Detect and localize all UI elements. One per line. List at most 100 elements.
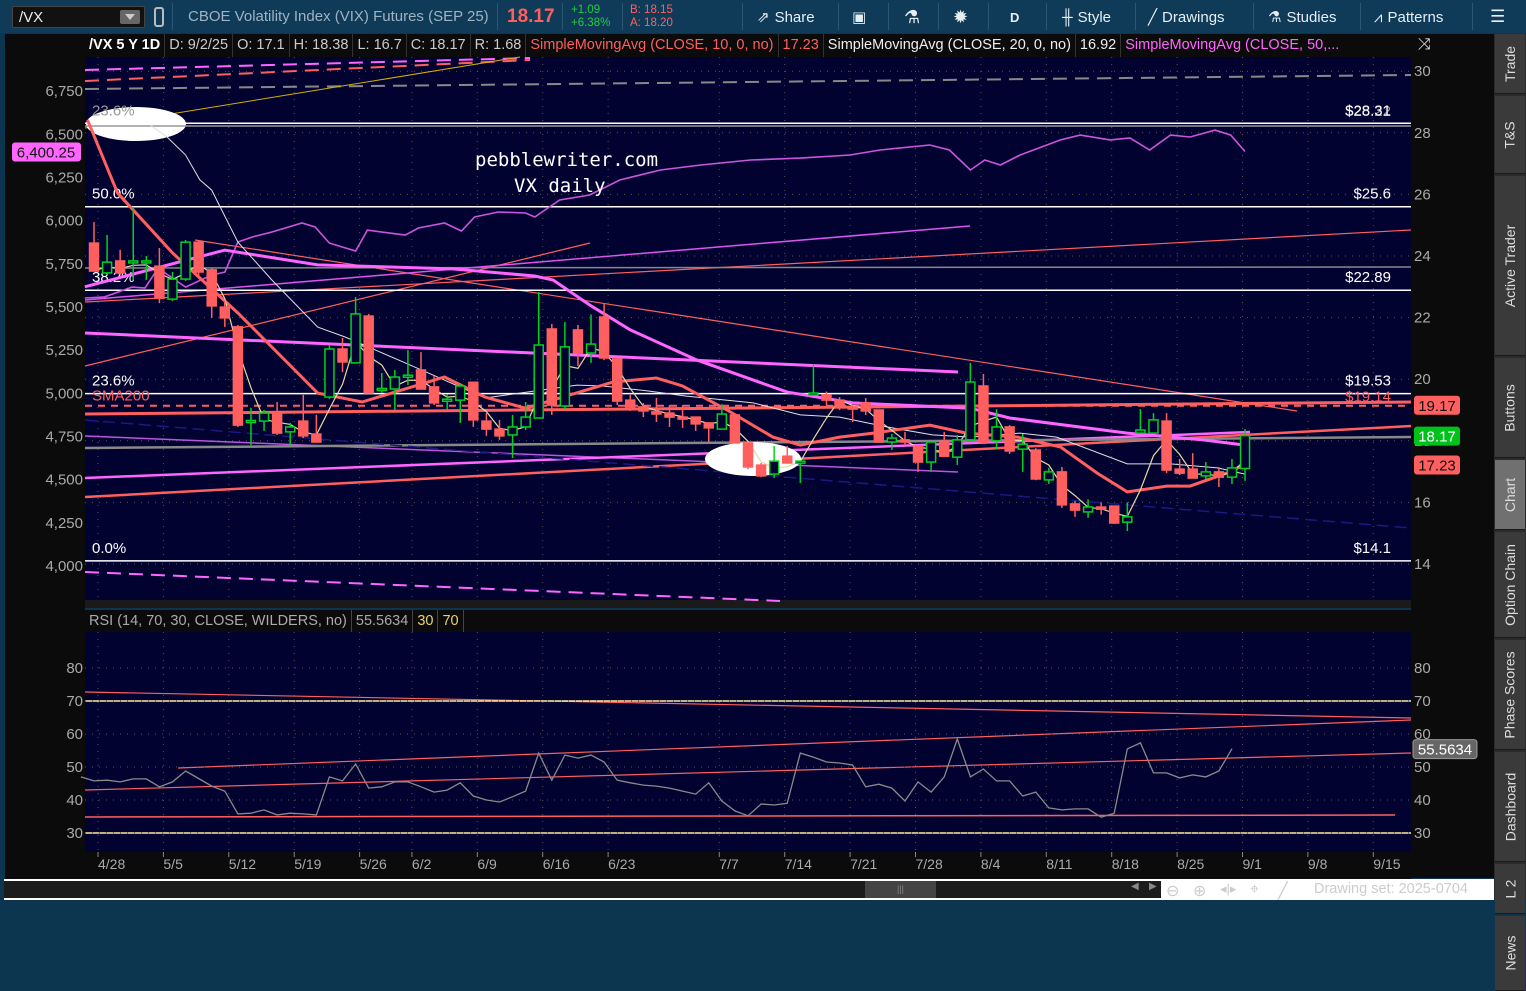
date-tick-label: 6/2 (412, 856, 432, 872)
rsi-value-label: 55.5634 (1418, 742, 1472, 759)
date-tick-label: 7/7 (719, 856, 739, 872)
date-tick-label: 6/9 (477, 856, 497, 872)
candle-body (1213, 471, 1225, 478)
rsi-tick-label: 70 (1414, 693, 1431, 710)
overlay-tick-label: 4,250 (45, 515, 83, 532)
candle-body (1174, 468, 1185, 474)
drawing-line-icon[interactable]: ╱ (1278, 881, 1288, 901)
candle (729, 414, 741, 444)
candle-body (768, 460, 780, 475)
candle-body (821, 394, 832, 401)
candle-body (1004, 426, 1015, 452)
candle (193, 239, 204, 278)
price-tick-label: 28 (1414, 125, 1431, 142)
candle-body (1187, 468, 1198, 479)
candle-body (598, 316, 610, 359)
zoom-in-icon[interactable]: ⊕ (1193, 881, 1206, 901)
candle-body (886, 437, 898, 443)
horizontal-scrollbar[interactable] (4, 881, 1161, 898)
date-tick-label: 8/4 (981, 856, 1001, 872)
candle-body (481, 420, 492, 430)
annotation-site[interactable]: pebblewriter.com (475, 149, 658, 171)
candle-body (350, 313, 361, 364)
sidebar-tab-trade[interactable]: Trade (1495, 34, 1525, 94)
price-plot-area[interactable] (85, 57, 1411, 600)
candle-body (271, 412, 283, 434)
sidebar-tab-news[interactable]: News (1495, 916, 1525, 991)
price-tick-label: 24 (1414, 248, 1431, 265)
sidebar-tab-active-trader[interactable]: Active Trader (1495, 176, 1525, 356)
rsi-plot-area[interactable] (85, 632, 1411, 852)
rsi-tick-label: 80 (1414, 660, 1431, 677)
candle-body (180, 241, 191, 280)
candle-body (494, 428, 505, 437)
candle-body (860, 402, 871, 412)
price-tick-label: 20 (1414, 371, 1431, 388)
candle-body (572, 329, 584, 354)
fib-percent-label: 23.6% (92, 102, 135, 119)
candle-body (1095, 506, 1107, 510)
price-tick-label: 26 (1414, 186, 1431, 203)
annotation-title[interactable]: VX daily (514, 175, 606, 197)
chart-canvas[interactable]: $28.2223.6% $28.3150.0% $25.638.2% $22.8923… (0, 0, 1494, 880)
rsi-tick-label-left: 40 (66, 792, 83, 809)
candle-body (703, 422, 715, 429)
candle-body (402, 374, 414, 378)
candle-body (1082, 506, 1094, 513)
sidebar-tab-phase-scores[interactable]: Phase Scores (1495, 640, 1525, 750)
candle-body (245, 419, 257, 424)
candle (324, 345, 335, 399)
candle-body (101, 261, 113, 274)
rsi-tick-label-left: 30 (66, 825, 83, 842)
candle-body (193, 241, 204, 273)
sidebar-tab-label: T&S (1501, 120, 1518, 149)
sidebar-tab-t-s[interactable]: T&S (1495, 96, 1525, 174)
sidebar-tab-dashboard[interactable]: Dashboard (1495, 752, 1525, 862)
candle-body (311, 433, 322, 443)
candle-body (1135, 429, 1146, 434)
candle-body (546, 328, 558, 406)
zoom-out-icon[interactable]: ⊖ (1166, 881, 1179, 901)
date-tick-label: 7/14 (785, 856, 812, 872)
scroll-right-icon[interactable]: ▶ (1149, 881, 1157, 892)
sidebar-tab-l-2[interactable]: L 2 (1495, 864, 1525, 914)
sidebar-tab-label: Dashboard (1502, 772, 1518, 841)
candle-body (1069, 503, 1081, 511)
price-tick-label: 16 (1414, 494, 1431, 511)
sidebar-tab-label: L 2 (1501, 879, 1518, 898)
sidebar-tab-chart[interactable]: Chart (1495, 460, 1525, 530)
date-tick-label: 6/23 (608, 856, 635, 872)
candle-body (965, 381, 976, 441)
sidebar-tab-buttons[interactable]: Buttons (1495, 358, 1525, 458)
candle-body (324, 348, 335, 398)
crosshair-icon[interactable]: ⌖ (1250, 881, 1259, 899)
candle (742, 442, 754, 470)
sidebar-tab-option-chain[interactable]: Option Chain (1495, 532, 1525, 638)
overlay-tick-label: 5,500 (45, 299, 83, 316)
overlay-tick-label: 6,000 (45, 213, 83, 230)
overlay-tick-label: 4,500 (45, 472, 83, 489)
candle (1004, 425, 1015, 455)
price-tick-label: 22 (1414, 310, 1431, 327)
trendline[interactable] (84, 266, 1412, 269)
candle-body (912, 445, 924, 463)
candle-body (298, 420, 309, 437)
fib-percent-label: 50.0% (92, 186, 135, 203)
date-tick-label: 5/26 (360, 856, 387, 872)
pan-icon[interactable]: ◂|▸ (1220, 881, 1236, 897)
rsi-study-label[interactable]: RSI (14, 70, 30, CLOSE, WILDERS, no) (85, 610, 352, 632)
candle-body (1056, 471, 1068, 506)
candle (1030, 448, 1042, 481)
sidebar-tab-label: Phase Scores (1502, 650, 1519, 739)
drawing-set-selector[interactable]: Drawing set: 2025-0704 (1314, 881, 1468, 897)
candle-body (729, 414, 741, 444)
scrollbar-thumb[interactable]: ||| (865, 881, 936, 898)
rsi-tick-label-left: 60 (66, 726, 83, 743)
panel-divider[interactable] (85, 600, 1411, 608)
candle-body (559, 346, 571, 407)
candle-body (781, 455, 793, 464)
candle-body (284, 426, 296, 433)
fib-price-label: $25.6 (1353, 186, 1391, 203)
candle-body (167, 278, 178, 300)
scroll-left-icon[interactable]: ◀ (1131, 881, 1139, 892)
